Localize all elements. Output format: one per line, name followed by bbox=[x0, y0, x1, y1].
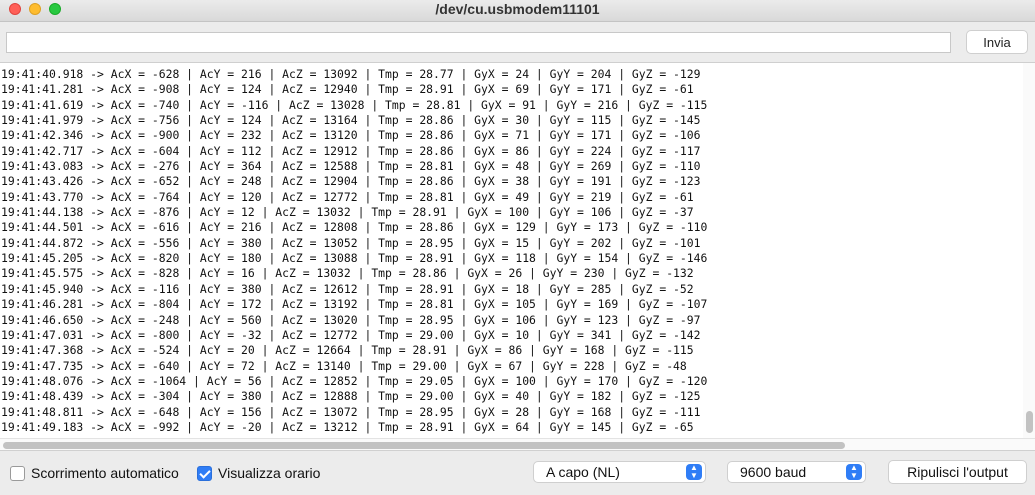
output-line: 19:41:46.281 -> AcX = -804 | AcY = 172 |… bbox=[1, 297, 708, 312]
output-line: 19:41:44.872 -> AcX = -556 | AcY = 380 |… bbox=[1, 235, 701, 250]
output-line: 19:41:47.368 -> AcX = -524 | AcY = 20 | … bbox=[1, 343, 694, 358]
output-line: 19:41:44.138 -> AcX = -876 | AcY = 12 | … bbox=[1, 205, 694, 220]
baud-rate-value: 9600 baud bbox=[740, 464, 807, 480]
send-button[interactable]: Invia bbox=[966, 30, 1028, 54]
serial-output[interactable]: 19:41:40.918 -> AcX = -628 | AcY = 216 |… bbox=[0, 62, 1035, 438]
output-line: 19:41:44.501 -> AcX = -616 | AcY = 216 |… bbox=[1, 220, 708, 235]
clear-output-button[interactable]: Ripulisci l'output bbox=[888, 460, 1027, 484]
horizontal-scrollbar[interactable] bbox=[0, 438, 1035, 450]
window-title: /dev/cu.usbmodem11101 bbox=[435, 1, 600, 17]
output-line: 19:41:43.426 -> AcX = -652 | AcY = 248 |… bbox=[1, 174, 701, 189]
output-line: 19:41:48.439 -> AcX = -304 | AcY = 380 |… bbox=[1, 389, 701, 404]
title-bar: /dev/cu.usbmodem11101 bbox=[0, 0, 1035, 22]
show-timestamp-label: Visualizza orario bbox=[218, 465, 321, 481]
output-line: 19:41:41.979 -> AcX = -756 | AcY = 124 |… bbox=[1, 113, 701, 128]
output-line: 19:41:45.940 -> AcX = -116 | AcY = 380 |… bbox=[1, 281, 694, 296]
chevron-updown-icon: ▲ ▼ bbox=[686, 464, 702, 480]
input-row: Invia bbox=[0, 22, 1035, 62]
autoscroll-label: Scorrimento automatico bbox=[31, 465, 179, 481]
output-line: 19:41:43.083 -> AcX = -276 | AcY = 364 |… bbox=[1, 159, 701, 174]
output-line: 19:41:41.619 -> AcX = -740 | AcY = -116 … bbox=[1, 97, 708, 112]
serial-input[interactable] bbox=[6, 32, 951, 53]
output-line: 19:41:40.918 -> AcX = -628 | AcY = 216 |… bbox=[1, 67, 701, 81]
bottom-bar: Scorrimento automatico Visualizza orario… bbox=[0, 450, 1035, 495]
output-lines: 19:41:40.918 -> AcX = -628 | AcY = 216 |… bbox=[1, 67, 1021, 435]
horizontal-scroll-thumb[interactable] bbox=[3, 442, 845, 449]
output-line: 19:41:48.076 -> AcX = -1064 | AcY = 56 |… bbox=[1, 373, 708, 388]
output-line: 19:41:47.735 -> AcX = -640 | AcY = 72 | … bbox=[1, 358, 687, 373]
output-line: 19:41:48.811 -> AcX = -648 | AcY = 156 |… bbox=[1, 404, 701, 419]
baud-rate-select[interactable]: 9600 baud ▲ ▼ bbox=[727, 461, 866, 483]
vertical-scrollbar[interactable] bbox=[1023, 63, 1035, 438]
output-line: 19:41:41.281 -> AcX = -908 | AcY = 124 |… bbox=[1, 82, 694, 97]
output-line: 19:41:43.770 -> AcX = -764 | AcY = 120 |… bbox=[1, 189, 694, 204]
autoscroll-checkbox[interactable]: Scorrimento automatico bbox=[10, 465, 179, 481]
autoscroll-checkbox-box[interactable] bbox=[10, 465, 25, 481]
line-ending-value: A capo (NL) bbox=[546, 464, 620, 480]
chevron-updown-icon: ▲ ▼ bbox=[846, 464, 862, 480]
line-ending-select[interactable]: A capo (NL) ▲ ▼ bbox=[533, 461, 706, 483]
output-line: 19:41:45.575 -> AcX = -828 | AcY = 16 | … bbox=[1, 266, 694, 281]
output-line: 19:41:46.650 -> AcX = -248 | AcY = 560 |… bbox=[1, 312, 701, 327]
output-line: 19:41:49.183 -> AcX = -992 | AcY = -20 |… bbox=[1, 419, 694, 434]
output-line: 19:41:47.031 -> AcX = -800 | AcY = -32 |… bbox=[1, 327, 701, 342]
output-line: 19:41:42.717 -> AcX = -604 | AcY = 112 |… bbox=[1, 143, 701, 158]
vertical-scroll-thumb[interactable] bbox=[1026, 411, 1033, 433]
show-timestamp-checkbox[interactable]: Visualizza orario bbox=[197, 465, 320, 481]
output-line: 19:41:45.205 -> AcX = -820 | AcY = 180 |… bbox=[1, 251, 708, 266]
checkmark-icon[interactable] bbox=[197, 465, 212, 481]
output-line: 19:41:42.346 -> AcX = -900 | AcY = 232 |… bbox=[1, 128, 701, 143]
